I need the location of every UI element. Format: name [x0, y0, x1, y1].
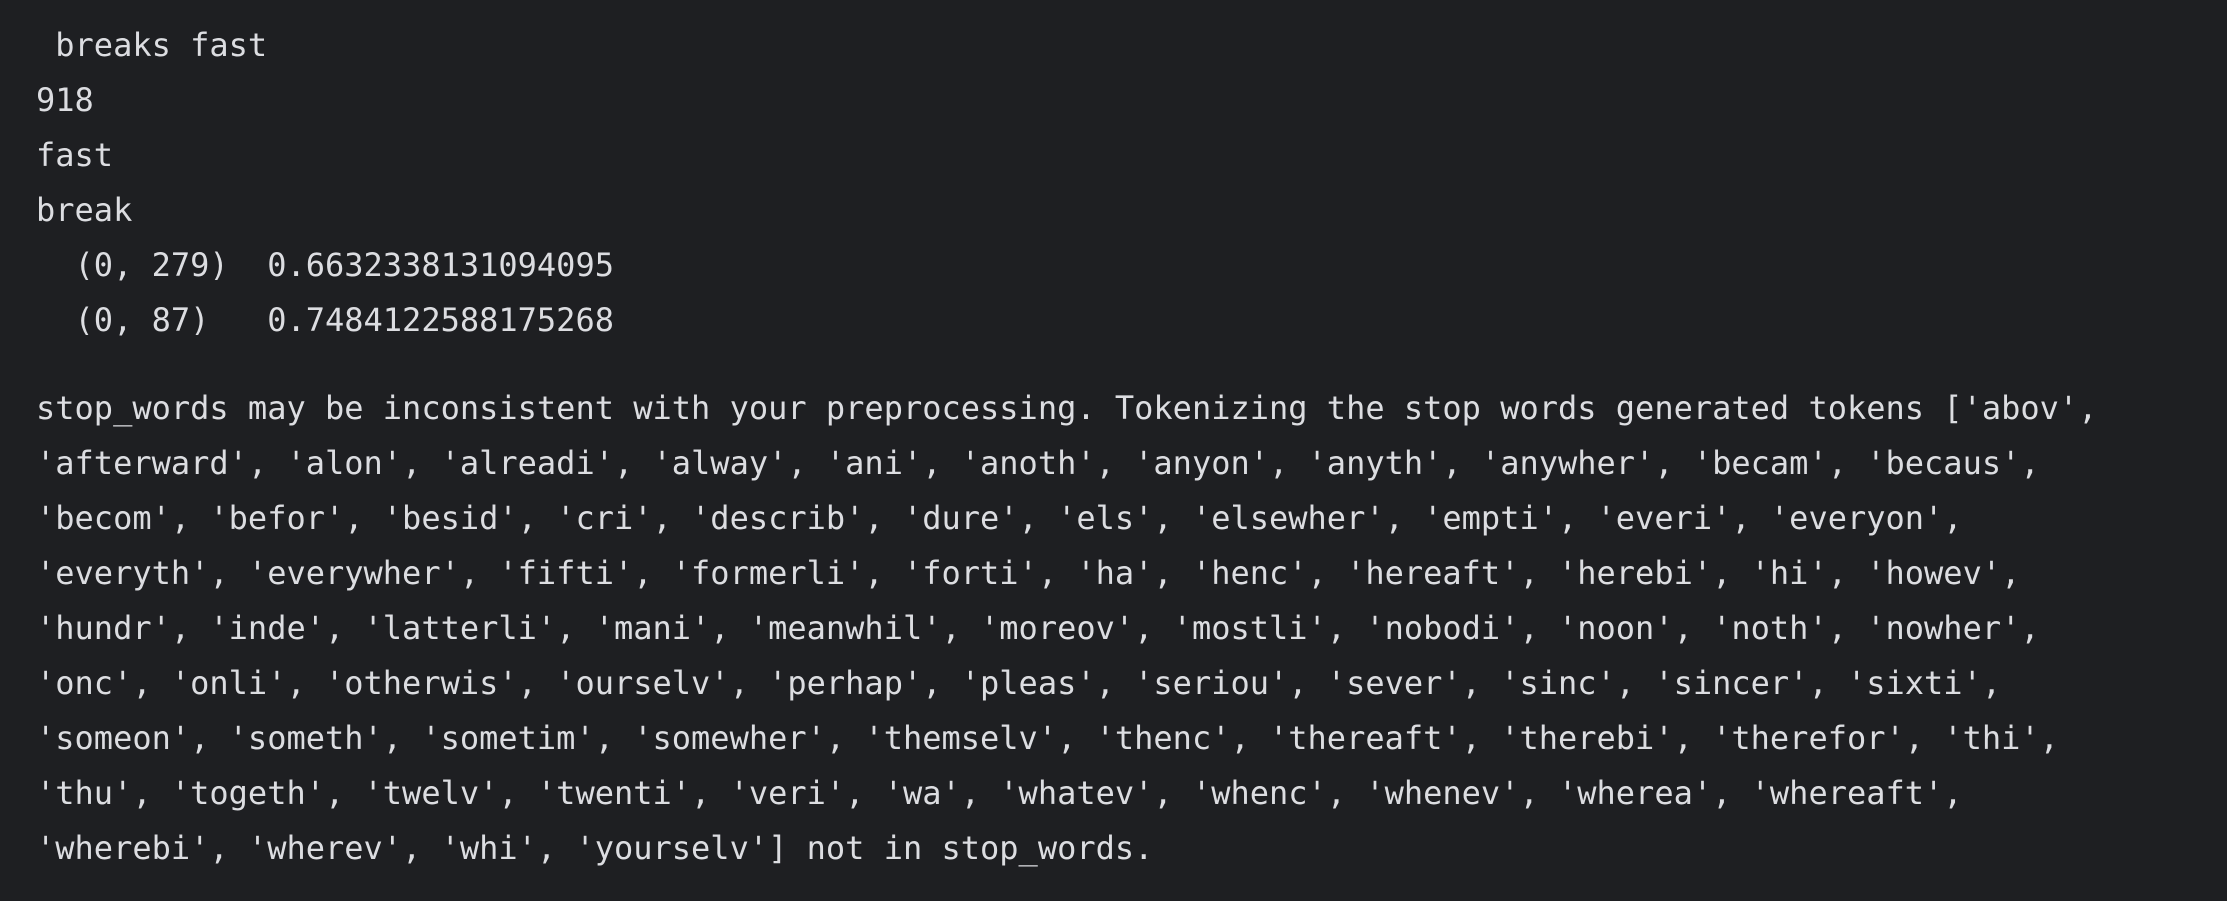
output-line: (0, 279) 0.6632338131094095 [36, 246, 614, 284]
warning-line: 'everyth', 'everywher', 'fifti', 'former… [36, 554, 2021, 592]
output-line: 918 [36, 81, 94, 119]
warning-line: 'afterward', 'alon', 'alreadi', 'alway',… [36, 444, 2040, 482]
output-line: fast [36, 136, 114, 174]
warning-line: 'wherebi', 'wherev', 'whi', 'yourselv'] … [36, 829, 1154, 867]
output-line: break [36, 191, 133, 229]
warning-line: 'hundr', 'inde', 'latterli', 'mani', 'me… [36, 609, 2040, 647]
warning-line: stop_words may be inconsistent with your… [36, 389, 2098, 427]
warning-line: 'onc', 'onli', 'otherwis', 'ourselv', 'p… [36, 664, 2002, 702]
output-line: breaks fast [36, 26, 268, 64]
console-output[interactable]: breaks fast 918 fast break (0, 279) 0.66… [36, 18, 2207, 876]
stop-words-warning: stop_words may be inconsistent with your… [36, 381, 2207, 876]
warning-line: 'thu', 'togeth', 'twelv', 'twenti', 'ver… [36, 774, 1963, 812]
warning-line: 'someon', 'someth', 'sometim', 'somewher… [36, 719, 2059, 757]
warning-line: 'becom', 'befor', 'besid', 'cri', 'descr… [36, 499, 1963, 537]
output-line: (0, 87) 0.7484122588175268 [36, 301, 614, 339]
program-output: breaks fast 918 fast break (0, 279) 0.66… [36, 18, 2207, 348]
